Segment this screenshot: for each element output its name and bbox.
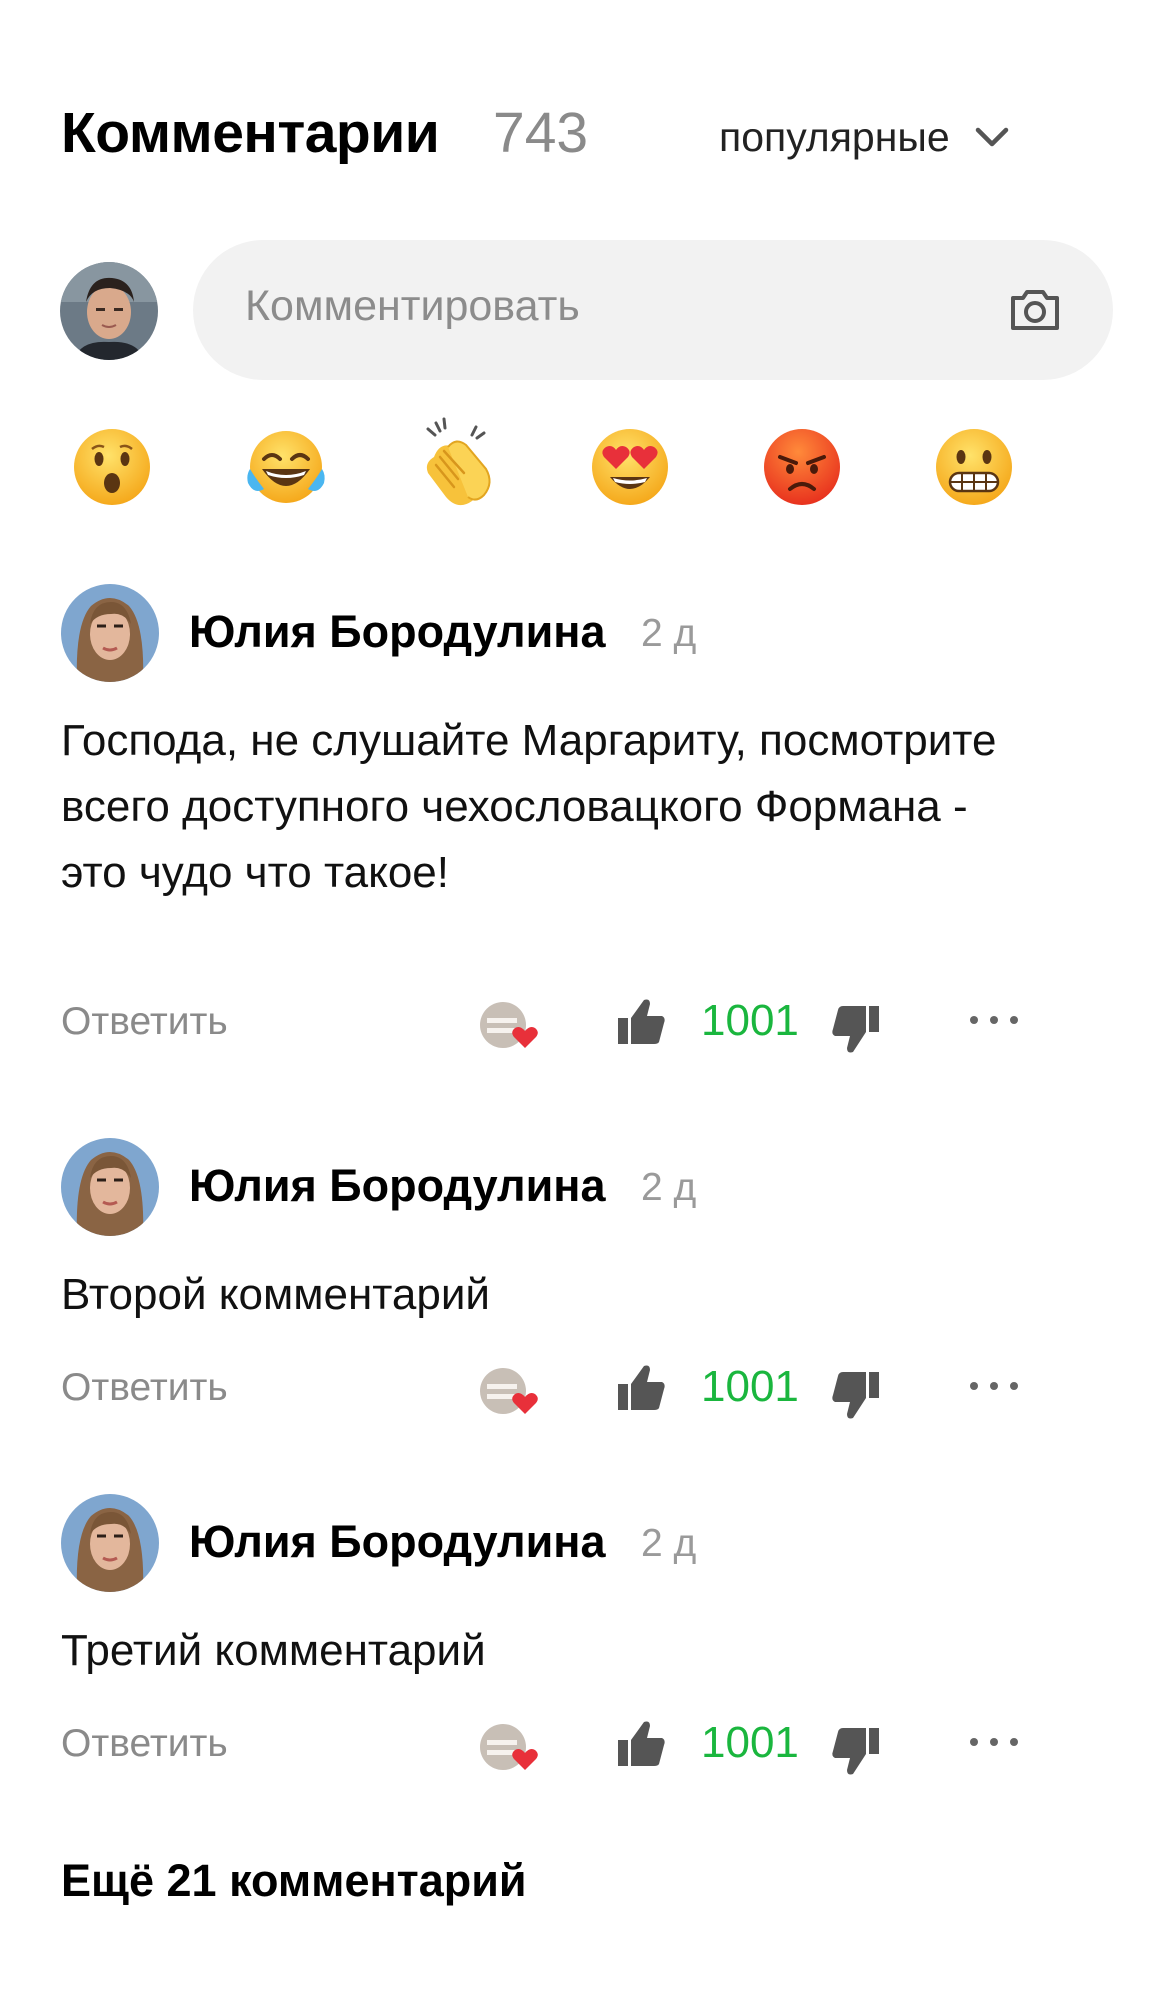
comments-title: Комментарии [61,101,440,165]
author-name[interactable]: Юлия Бородулина [189,1516,606,1568]
reaction-icon[interactable] [479,1366,545,1416]
thumbs-down-icon[interactable] [829,1004,881,1056]
comment-score: 1001 [701,1362,799,1411]
comment-composer: Комментировать [58,240,1118,380]
comment-score: 1001 [701,996,799,1045]
heart-eyes-emoji[interactable] [588,425,672,509]
current-user-avatar[interactable] [60,262,158,360]
emoji-reaction-row [70,417,1030,515]
sort-dropdown[interactable]: популярные [719,112,1014,162]
comment-time: 2 д [641,1166,697,1209]
more-comments-link[interactable]: Ещё 21 комментарий [61,1855,527,1907]
comment-text: Господа, не слушайте Маргариту, посмотри… [61,716,997,897]
more-options-icon[interactable] [966,1732,1022,1752]
author-avatar[interactable] [61,584,159,682]
more-options-icon[interactable] [966,1376,1022,1396]
thumbs-up-icon[interactable] [616,1718,668,1770]
comment-text: Второй комментарий [61,1270,490,1319]
comment-input[interactable]: Комментировать [193,240,1113,380]
reaction-icon[interactable] [479,1722,545,1772]
comment-time: 2 д [641,612,697,655]
author-name[interactable]: Юлия Бородулина [189,1160,606,1212]
thumbs-up-icon[interactable] [616,1362,668,1414]
comments-count: 743 [493,101,589,165]
angry-face-emoji[interactable] [760,425,844,509]
author-name[interactable]: Юлия Бородулина [189,606,606,658]
chevron-down-icon [975,127,1008,147]
reaction-icon[interactable] [479,1000,545,1050]
comment-text: Третий комментарий [61,1626,486,1675]
comment-score: 1001 [701,1718,799,1767]
comment-input-placeholder: Комментировать [245,282,580,330]
comment-actions: Ответить 1001 [61,1356,1041,1426]
sort-label: популярные [719,113,950,160]
camera-icon[interactable] [1005,280,1065,340]
comment-item: Юлия Бородулина 2 д Третий комментарий О… [61,1494,1061,1775]
reply-button[interactable]: Ответить [61,1000,228,1044]
thumbs-down-icon[interactable] [829,1370,881,1422]
more-options-icon[interactable] [966,1010,1022,1030]
comments-header: Комментарии 743 популярные [61,96,1121,176]
comment-item: Юлия Бородулина 2 д Второй комментарий О… [61,1138,1061,1419]
comment-actions: Ответить 1001 [61,1712,1041,1782]
comment-item: Юлия Бородулина 2 д Господа, не слушайте… [61,584,1061,1064]
thumbs-down-icon[interactable] [829,1726,881,1778]
grimacing-face-emoji[interactable] [932,425,1016,509]
reply-button[interactable]: Ответить [61,1722,228,1766]
comment-time: 2 д [641,1522,697,1565]
author-avatar[interactable] [61,1494,159,1592]
thumbs-up-icon[interactable] [616,996,668,1048]
surprised-face-emoji[interactable] [70,425,154,509]
author-avatar[interactable] [61,1138,159,1236]
clapping-hands-emoji[interactable] [414,417,498,511]
comment-actions: Ответить 1001 [61,990,1041,1060]
tears-of-joy-emoji[interactable] [244,425,328,509]
reply-button[interactable]: Ответить [61,1366,228,1410]
